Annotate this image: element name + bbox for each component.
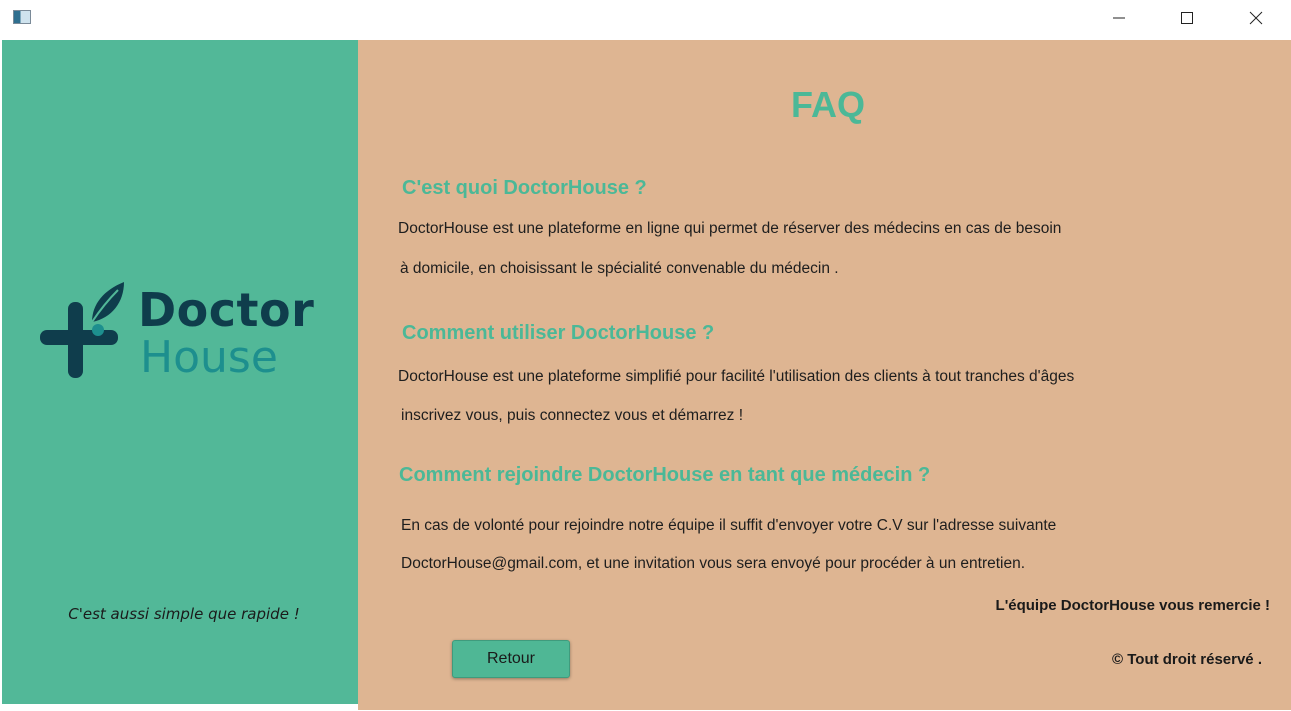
minimize-button[interactable] xyxy=(1096,0,1142,36)
app-window-icon xyxy=(13,10,31,24)
faq-answer-3-line2: DoctorHouse@gmail.com, et une invitation… xyxy=(401,555,1026,572)
minimize-icon xyxy=(1113,17,1125,19)
faq-answer-2-line1: DoctorHouse est une plateforme simplifié… xyxy=(398,368,1075,385)
slogan: C'est aussi simple que rapide ! xyxy=(68,605,300,623)
bottom-strip xyxy=(0,704,358,711)
faq-answer-1-line1: DoctorHouse est une plateforme en ligne … xyxy=(398,220,1062,237)
doctorhouse-logo: Doctor House xyxy=(40,282,340,392)
close-button[interactable] xyxy=(1233,0,1279,36)
maximize-button[interactable] xyxy=(1164,0,1210,36)
app-window: Doctor House C'est aussi simple que rapi… xyxy=(0,0,1291,711)
faq-answer-1-line2: à domicile, en choisissant le spécialité… xyxy=(400,260,839,277)
logo-text-house: House xyxy=(140,332,278,383)
close-icon xyxy=(1249,11,1263,25)
faq-answer-3-line1: En cas de volonté pour rejoindre notre é… xyxy=(401,517,1057,534)
logo-text-doctor: Doctor xyxy=(138,283,315,337)
maximize-icon xyxy=(1181,12,1193,24)
faq-panel: FAQ C'est quoi DoctorHouse ? DoctorHouse… xyxy=(358,40,1291,710)
faq-question-1: C'est quoi DoctorHouse ? xyxy=(402,177,647,199)
medical-cross-leaf-icon xyxy=(40,282,124,378)
faq-question-3: Comment rejoindre DoctorHouse en tant qu… xyxy=(399,464,931,486)
thanks-message: L'équipe DoctorHouse vous remercie ! xyxy=(995,597,1270,614)
faq-answer-2-line2: inscrivez vous, puis connectez vous et d… xyxy=(401,407,744,424)
title-bar xyxy=(0,0,1291,38)
faq-question-2: Comment utiliser DoctorHouse ? xyxy=(402,322,715,344)
page-title: FAQ xyxy=(790,84,865,125)
sidebar: Doctor House C'est aussi simple que rapi… xyxy=(2,40,358,704)
back-button[interactable]: Retour xyxy=(452,640,570,678)
copyright-text: © Tout droit réservé . xyxy=(1112,651,1262,668)
